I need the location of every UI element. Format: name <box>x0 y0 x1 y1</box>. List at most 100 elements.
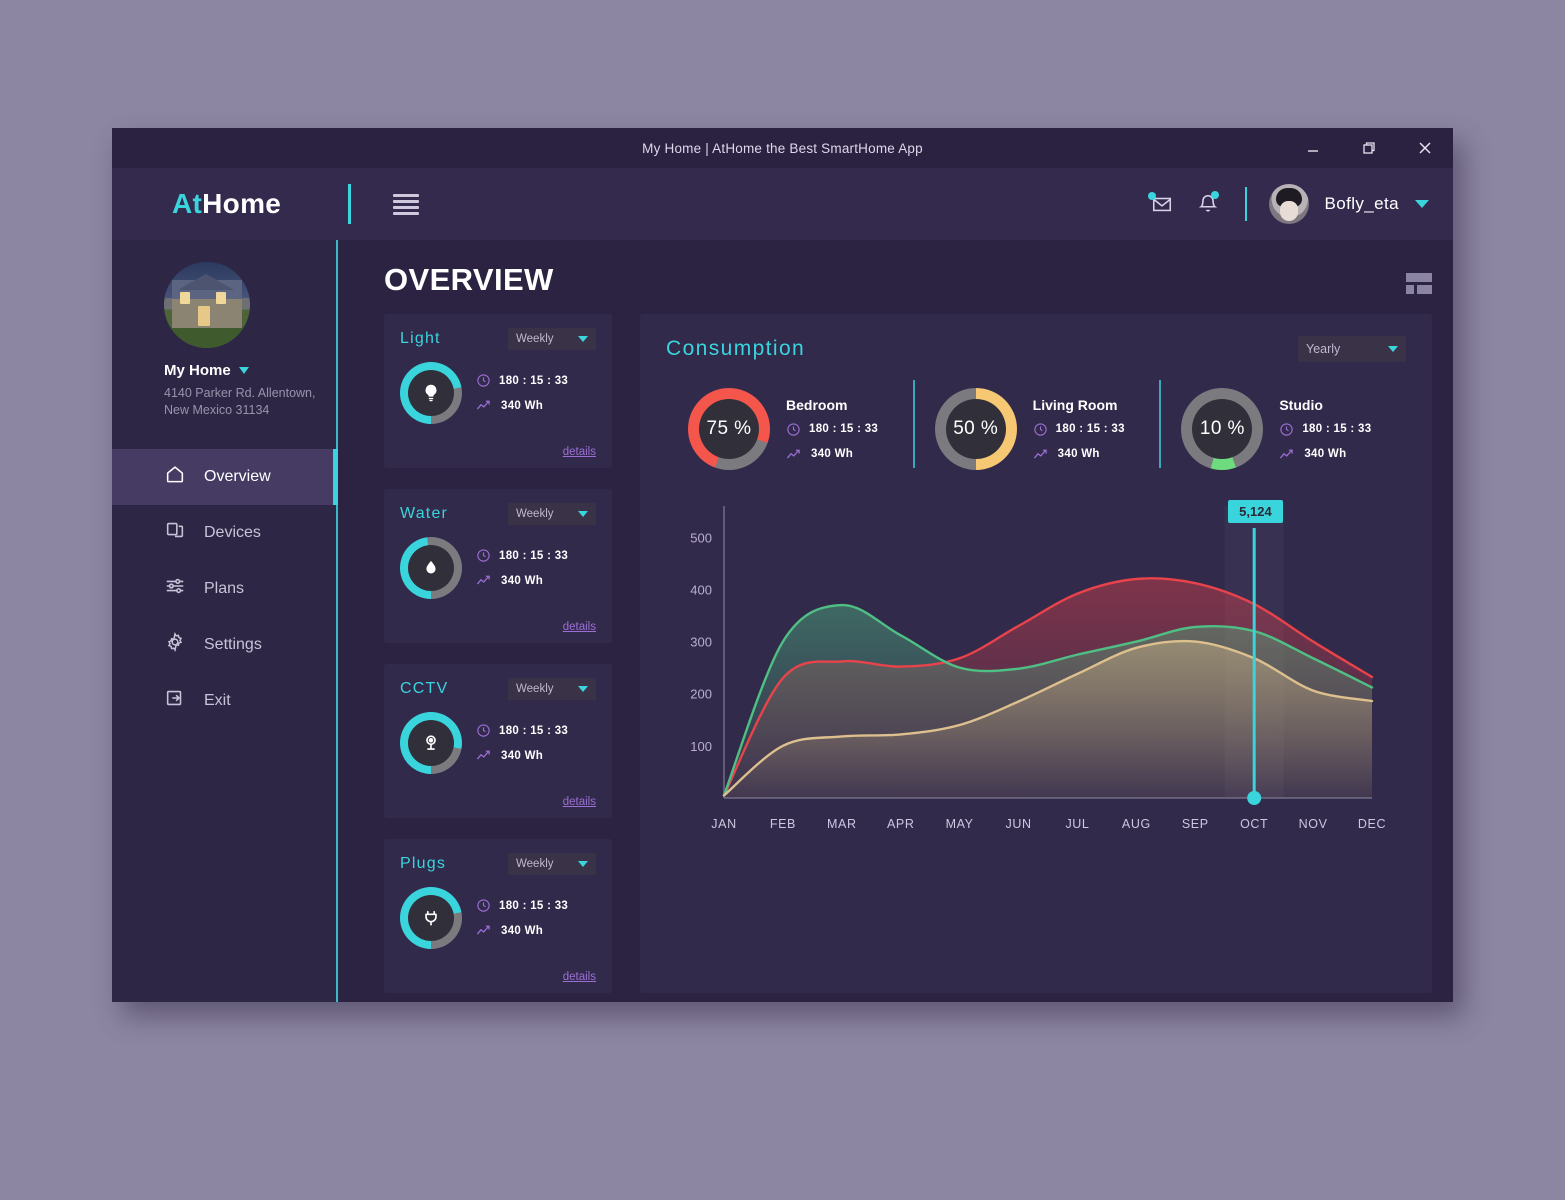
chevron-down-icon[interactable] <box>1415 200 1429 208</box>
clock-icon <box>1033 422 1047 436</box>
x-axis-tick: DEC <box>1358 817 1386 831</box>
sidebar-item-exit[interactable]: Exit <box>112 673 338 729</box>
period-select[interactable]: Weekly <box>508 503 596 525</box>
energy-value: 340 Wh <box>811 448 854 460</box>
room-gauge-bedroom: 75 % Bedroom 180 : 15 : 33 340 Wh <box>666 388 913 470</box>
bell-icon[interactable] <box>1193 189 1223 219</box>
overview-grid: Light Weekly 180: 15: 33 340 Wh detail… <box>384 314 1432 993</box>
period-select[interactable]: Weekly <box>508 853 596 875</box>
energy-value: 340 Wh <box>1304 448 1347 460</box>
sidebar-item-overview[interactable]: Overview <box>112 448 338 505</box>
usage-ring <box>400 537 462 599</box>
period-select[interactable]: Weekly <box>508 678 596 700</box>
details-link[interactable]: details <box>563 621 596 633</box>
time-metric: 180 : 15 : 33 <box>1279 422 1371 437</box>
sidebar-item-label: Exit <box>204 691 231 709</box>
gauge-percent: 50 % <box>945 399 1006 459</box>
room-gauges: 75 % Bedroom 180 : 15 : 33 340 Wh 50 % L… <box>666 380 1406 470</box>
minimize-button[interactable] <box>1285 128 1341 168</box>
x-axis-tick: APR <box>887 817 915 831</box>
sidebar-item-plans[interactable]: Plans <box>112 561 338 617</box>
y-axis-tick: 500 <box>690 530 712 545</box>
home-name-label: My Home <box>164 362 231 379</box>
usage-ring <box>400 712 462 774</box>
chart-svg[interactable]: 100 200 300 400 500 JAN FEB MAR APR MAY JUN JUL AUG S… <box>666 498 1406 858</box>
restore-button[interactable] <box>1341 128 1397 168</box>
close-button[interactable] <box>1397 128 1453 168</box>
time-value: 180 : 15 : 33 <box>499 374 569 387</box>
y-axis-tick: 200 <box>690 687 712 702</box>
layout-grid-icon[interactable] <box>1406 272 1432 294</box>
chevron-down-icon[interactable] <box>238 367 249 374</box>
trend-up-icon <box>1280 449 1294 458</box>
gauge-ring: 10 % <box>1181 388 1264 470</box>
time-metric: 180 : 15 : 33 <box>476 723 568 738</box>
details-link[interactable]: details <box>563 446 596 458</box>
window-controls <box>1285 128 1453 168</box>
x-axis-tick: JAN <box>711 817 736 831</box>
period-value: Yearly <box>1306 342 1341 356</box>
bell-badge-dot <box>1210 191 1219 199</box>
energy-value: 340 Wh <box>501 749 544 762</box>
chevron-down-icon <box>578 861 588 867</box>
time-value: 180 : 15 : 33 <box>499 549 569 562</box>
trend-up-icon <box>476 925 490 935</box>
mail-icon[interactable] <box>1147 189 1177 219</box>
chevron-down-icon <box>578 686 588 692</box>
trend-up-icon <box>1033 449 1047 458</box>
trend-up-icon <box>476 400 490 410</box>
avatar[interactable] <box>1268 184 1309 224</box>
clock-icon <box>1280 422 1294 436</box>
trend-up-icon <box>786 449 800 458</box>
card-title: Light <box>400 330 441 347</box>
sidebar-item-label: Devices <box>204 523 261 541</box>
logo-rest: Home <box>202 188 282 219</box>
trend-up-icon <box>476 750 490 760</box>
x-axis-tick: JUL <box>1065 817 1089 831</box>
energy-metric: 340 Wh <box>1033 447 1125 462</box>
details-link[interactable]: details <box>563 971 596 983</box>
mail-badge-dot <box>1147 192 1156 200</box>
sidebar-item-label: Settings <box>204 635 262 653</box>
energy-value: 340 Wh <box>501 399 544 412</box>
chevron-down-icon <box>578 511 588 517</box>
y-axis-tick: 400 <box>690 582 712 597</box>
home-name-row[interactable]: My Home <box>164 362 338 379</box>
sidebar-item-settings[interactable]: Settings <box>112 617 338 673</box>
sidebar-item-devices[interactable]: Devices <box>112 505 338 561</box>
page-title: OVERVIEW <box>384 262 554 297</box>
energy-metric: 340 Wh <box>476 573 568 588</box>
window-title: My Home | AtHome the Best SmartHome App <box>642 140 923 156</box>
sidebar-nav: Overview Devices Plans Settings Exit <box>112 448 338 729</box>
sidebar: My Home 4140 Parker Rd. Allentown, New M… <box>112 240 338 1002</box>
chart-highlight-dot[interactable] <box>1247 791 1262 805</box>
period-select[interactable]: Weekly <box>508 328 596 350</box>
energy-value: 340 Wh <box>501 924 544 937</box>
content-header: OVERVIEW <box>384 262 1432 298</box>
home-photo <box>164 262 250 348</box>
time-metric: 180 : 15 : 33 <box>476 898 568 913</box>
time-value: 180 : 15 : 33 <box>1055 423 1125 435</box>
gauge-percent: 75 % <box>699 399 759 459</box>
clock-icon <box>477 724 490 737</box>
energy-metric: 340 Wh <box>786 447 878 462</box>
logo-accent: At <box>172 188 203 219</box>
x-axis-tick: FEB <box>770 817 796 831</box>
card-title: CCTV <box>400 680 449 697</box>
username-label: Bofly_eta <box>1324 194 1399 213</box>
exit-icon <box>164 687 186 714</box>
hamburger-icon[interactable] <box>393 193 419 215</box>
consumption-period-select[interactable]: Yearly <box>1298 336 1406 362</box>
header-divider <box>1244 187 1247 221</box>
home-profile: My Home 4140 Parker Rd. Allentown, New M… <box>112 240 338 419</box>
droplet-icon <box>408 545 454 591</box>
card-title: Water <box>400 505 449 522</box>
details-link[interactable]: details <box>563 796 596 808</box>
room-name: Bedroom <box>786 396 848 413</box>
device-card-list: Light Weekly 180: 15: 33 340 Wh detail… <box>384 314 612 993</box>
sliders-icon <box>164 575 186 602</box>
time-value: 180 : 15 : 33 <box>809 423 879 435</box>
energy-metric: 340 Wh <box>476 923 568 938</box>
chart-tooltip: 5,124 <box>1228 500 1283 523</box>
app-logo[interactable]: AtHome <box>112 188 340 220</box>
